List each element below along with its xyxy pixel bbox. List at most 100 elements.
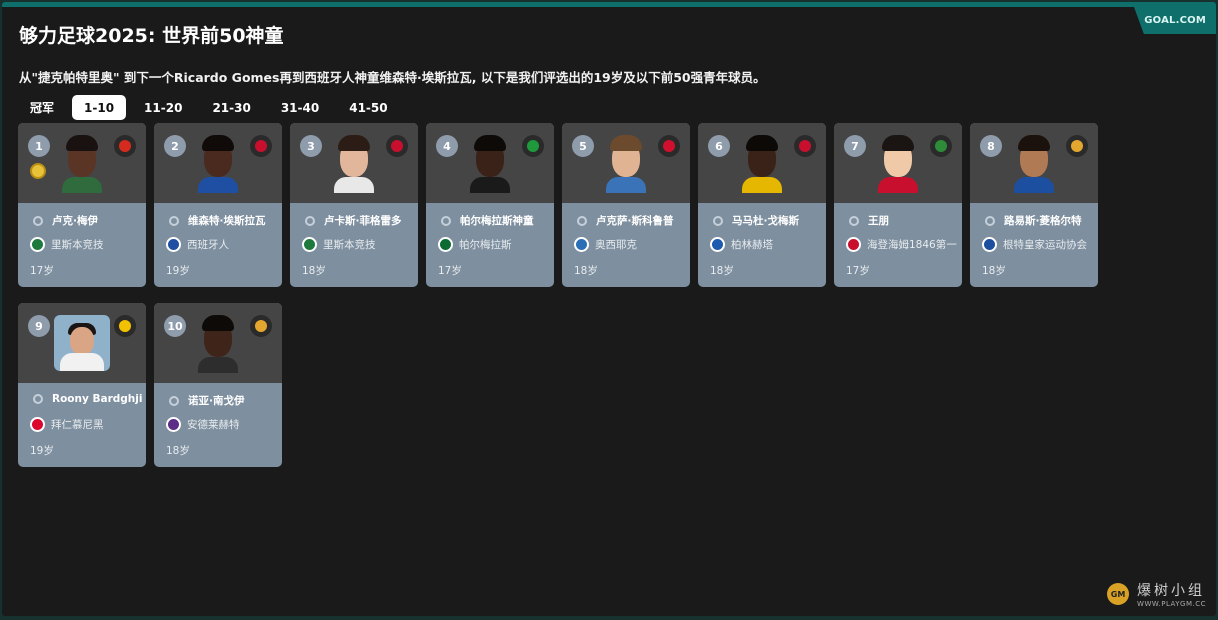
site-watermark: GM 爆树小组 WWW.PLAYGM.CC (1107, 580, 1206, 608)
rank-badge: 5 (572, 135, 594, 157)
sporting-cp-crest-icon (30, 237, 45, 252)
player-age: 18岁 (302, 265, 326, 277)
player-card-header: 10 (154, 303, 282, 383)
player-age: 18岁 (982, 265, 1006, 277)
player-card[interactable]: 7 王朋海登海姆1846第一 17岁 (834, 123, 962, 287)
bayern-crest-icon (30, 417, 45, 432)
croatia-flag-icon (658, 135, 680, 157)
player-card-info: 马马杜·戈梅斯 柏林赫塔 18岁 (698, 203, 826, 287)
player-card[interactable]: 9 Roony Bardghji 拜仁慕尼黑 19岁 (18, 303, 146, 467)
player-card-header: 6 (698, 123, 826, 203)
germany-flag-icon (930, 135, 952, 157)
player-name: Roony Bardghji (52, 393, 143, 405)
rank-badge: 9 (28, 315, 50, 337)
player-portrait (468, 135, 512, 193)
portugal-flag-icon (386, 135, 408, 157)
player-name: 帕尔梅拉斯神童 (460, 215, 534, 227)
rank-badge: 10 (164, 315, 186, 337)
watermark-url: WWW.PLAYGM.CC (1137, 600, 1206, 608)
player-portrait (740, 135, 784, 193)
belgium-flag-icon (1066, 135, 1088, 157)
player-card-info: 诺亚·南戈伊 安德莱赫特 18岁 (154, 383, 282, 467)
rank-range-tabs: 冠军 1-10 11-20 21-30 31-40 41-50 (18, 95, 400, 120)
tab-11-20[interactable]: 11-20 (132, 95, 194, 120)
player-card-info: 卢克萨·斯科鲁普 奥西耶克 18岁 (562, 203, 690, 287)
basque-flag-icon (250, 135, 272, 157)
player-portrait (196, 315, 240, 373)
player-card[interactable]: 5 卢克萨·斯科鲁普 奥西耶克 18岁 (562, 123, 690, 287)
goal-brand-badge[interactable]: GOAL.COM (1134, 7, 1216, 34)
tab-41-50[interactable]: 41-50 (337, 95, 399, 120)
player-card[interactable]: 2 维森特·埃斯拉瓦 西班牙人 19岁 (154, 123, 282, 287)
sweden-flag-icon (114, 315, 136, 337)
player-name: 路易斯·菱格尔特 (1004, 215, 1082, 227)
player-name: 卢卡斯·菲格雷多 (324, 215, 402, 227)
player-club: 根特皇家运动协会 (1003, 239, 1087, 251)
person-icon (33, 215, 43, 226)
tab-champion[interactable]: 冠军 (18, 95, 66, 120)
player-card-info: 卢卡斯·菲格雷多 里斯本竞技 18岁 (290, 203, 418, 287)
rank-badge: 3 (300, 135, 322, 157)
player-card[interactable]: 10 诺亚·南戈伊 安德莱赫特 18岁 (154, 303, 282, 467)
portugal-flag-icon (794, 135, 816, 157)
player-card[interactable]: 6 马马杜·戈梅斯 柏林赫塔 18岁 (698, 123, 826, 287)
player-card[interactable]: 8 路易斯·菱格尔特 根特皇家运动协会 18岁 (970, 123, 1098, 287)
page-subtitle: 从"捷克帕特里奥" 到下一个Ricardo Gomes再到西班牙人神童维森特·埃… (19, 70, 766, 85)
playgm-logo-icon: GM (1107, 583, 1130, 605)
watermark-chinese-text: 爆树小组 (1137, 583, 1206, 599)
rank-badge: 6 (708, 135, 730, 157)
award-medal-icon (30, 163, 46, 179)
person-icon (441, 215, 451, 226)
tab-21-30[interactable]: 21-30 (200, 95, 262, 120)
brazil-flag-icon (522, 135, 544, 157)
player-card-header: 5 (562, 123, 690, 203)
main-panel: GOAL.COM 够力足球2025: 世界前50神童 从"捷克帕特里奥" 到下一… (2, 2, 1216, 616)
tab-1-10[interactable]: 1-10 (72, 95, 127, 120)
canada-flag-icon (114, 135, 136, 157)
player-card[interactable]: 1 卢克·梅伊 里斯本竞技 17岁 (18, 123, 146, 287)
player-card[interactable]: 3 卢卡斯·菲格雷多 里斯本竞技 18岁 (290, 123, 418, 287)
person-icon (713, 215, 723, 226)
player-club: 安德莱赫特 (187, 419, 240, 431)
player-card-header: 1 (18, 123, 146, 203)
player-club: 柏林赫塔 (731, 239, 773, 251)
player-name: 王朋 (868, 215, 889, 227)
belgium-flag-icon (250, 315, 272, 337)
player-club: 里斯本竞技 (51, 239, 104, 251)
person-icon (305, 215, 315, 226)
rank-badge: 4 (436, 135, 458, 157)
player-name: 诺亚·南戈伊 (188, 395, 245, 407)
player-name: 马马杜·戈梅斯 (732, 215, 799, 227)
player-age: 18岁 (574, 265, 598, 277)
player-club: 里斯本竞技 (323, 239, 376, 251)
player-age: 17岁 (438, 265, 462, 277)
player-club: 海登海姆1846第一 (867, 239, 957, 251)
player-portrait (196, 135, 240, 193)
player-club: 奥西耶克 (595, 239, 637, 251)
player-card-header: 7 (834, 123, 962, 203)
player-card-info: 王朋海登海姆1846第一 17岁 (834, 203, 962, 287)
espanyol-crest-icon (166, 237, 181, 252)
player-card-info: 卢克·梅伊 里斯本竞技 17岁 (18, 203, 146, 287)
hertha-crest-icon (710, 237, 725, 252)
player-card-info: 维森特·埃斯拉瓦 西班牙人 19岁 (154, 203, 282, 287)
player-age: 17岁 (846, 265, 870, 277)
tab-31-40[interactable]: 31-40 (269, 95, 331, 120)
palmeiras-crest-icon (438, 237, 453, 252)
player-age: 19岁 (30, 445, 54, 457)
player-club: 西班牙人 (187, 239, 229, 251)
person-icon (169, 215, 179, 226)
rank-badge: 8 (980, 135, 1002, 157)
player-portrait (604, 135, 648, 193)
heidenheim-crest-icon (846, 237, 861, 252)
player-card-header: 9 (18, 303, 146, 383)
player-card-info: Roony Bardghji 拜仁慕尼黑 19岁 (18, 383, 146, 467)
rank-badge: 2 (164, 135, 186, 157)
player-portrait (60, 135, 104, 193)
person-icon (577, 215, 587, 226)
rank-badge: 7 (844, 135, 866, 157)
player-card[interactable]: 4 帕尔梅拉斯神童 帕尔梅拉斯 17岁 (426, 123, 554, 287)
anderlecht-crest-icon (166, 417, 181, 432)
player-age: 19岁 (166, 265, 190, 277)
osijek-crest-icon (574, 237, 589, 252)
